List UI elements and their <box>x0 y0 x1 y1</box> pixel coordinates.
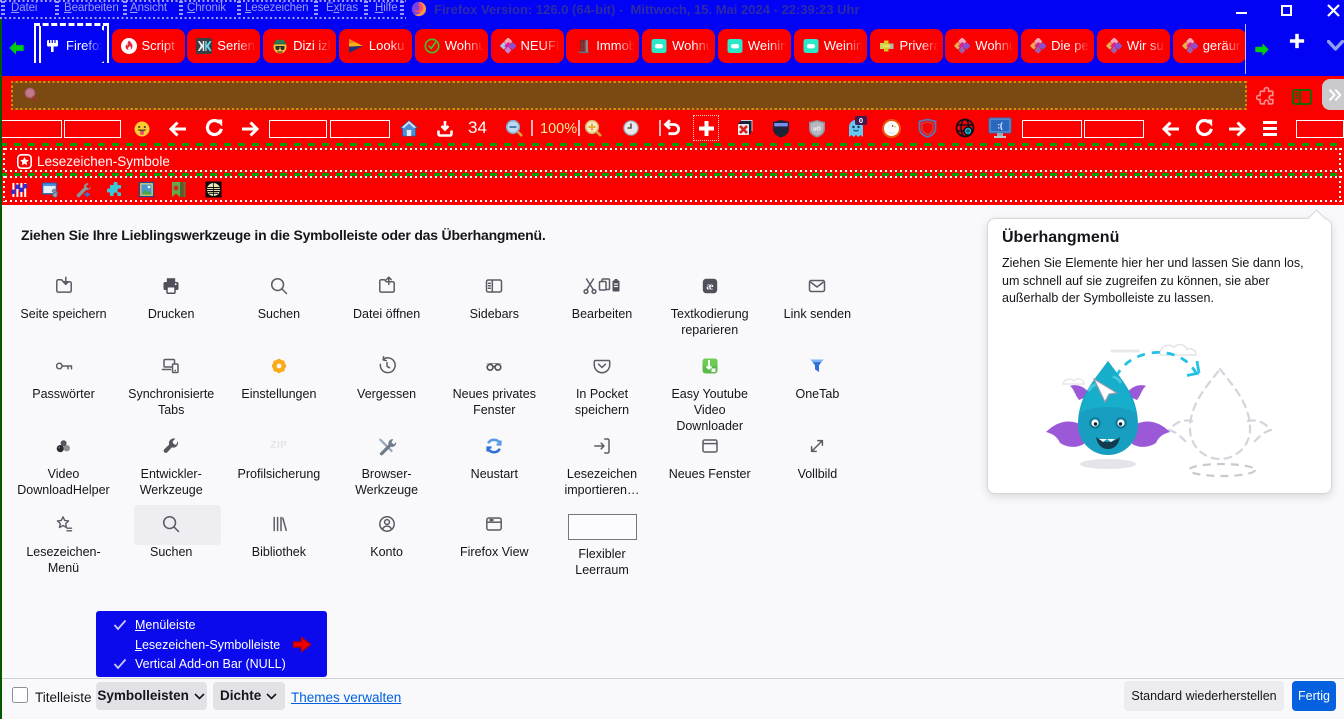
svg-text:uO: uO <box>813 127 821 133</box>
svg-text:0: 0 <box>859 116 863 125</box>
svg-text:æ: æ <box>706 282 713 293</box>
svg-text::(: :( <box>997 122 1003 131</box>
